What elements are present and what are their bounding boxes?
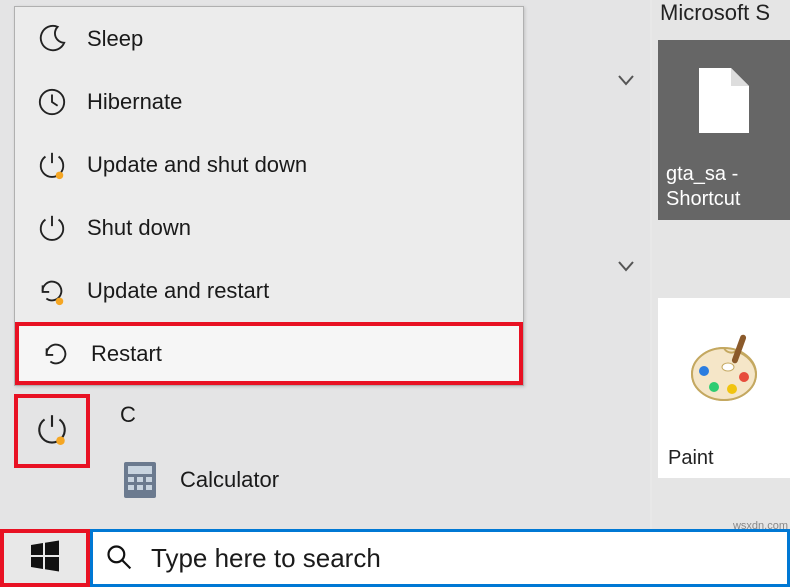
power-update-shutdown-icon <box>35 148 69 182</box>
moon-icon <box>35 22 69 56</box>
power-sleep-label: Sleep <box>87 26 143 52</box>
power-menu-popup: Sleep Hibernate Update and shut down Shu… <box>14 6 524 386</box>
taskbar-search-box[interactable]: Type here to search <box>90 529 790 587</box>
app-list-header-c: C <box>120 402 136 428</box>
sidebar-power-button[interactable] <box>14 394 90 468</box>
power-hibernate[interactable]: Hibernate <box>15 70 523 133</box>
power-restart[interactable]: Restart <box>15 322 523 385</box>
power-update-shutdown-label: Update and shut down <box>87 152 307 178</box>
tile-group-label: Microsoft S <box>660 0 770 26</box>
power-restart-label: Restart <box>91 341 162 367</box>
power-icon <box>35 211 69 245</box>
power-hibernate-label: Hibernate <box>87 89 182 115</box>
tile-gta-shortcut[interactable]: gta_sa - Shortcut <box>658 40 790 220</box>
windows-logo-icon <box>29 540 61 577</box>
power-sleep[interactable]: Sleep <box>15 7 523 70</box>
app-calculator[interactable]: Calculator <box>120 460 279 500</box>
watermark: wsxdn.com <box>733 520 788 532</box>
start-button[interactable] <box>0 529 90 587</box>
power-update-restart[interactable]: Update and restart <box>15 259 523 322</box>
chevron-down-icon[interactable] <box>616 256 636 281</box>
power-shutdown[interactable]: Shut down <box>15 196 523 259</box>
chevron-down-icon[interactable] <box>616 70 636 95</box>
calculator-icon <box>120 460 160 500</box>
clock-icon <box>35 85 69 119</box>
app-calculator-label: Calculator <box>180 467 279 493</box>
tile-paint[interactable]: Paint <box>658 298 790 478</box>
power-shutdown-label: Shut down <box>87 215 191 241</box>
restart-update-icon <box>35 274 69 308</box>
search-icon <box>105 543 135 573</box>
tile-gta-label: gta_sa - Shortcut <box>666 162 782 212</box>
power-update-icon <box>35 412 69 451</box>
restart-icon <box>39 337 73 371</box>
power-update-restart-label: Update and restart <box>87 278 269 304</box>
search-placeholder: Type here to search <box>151 543 381 574</box>
tile-paint-label: Paint <box>658 439 790 478</box>
taskbar: Type here to search <box>0 529 790 587</box>
app-list-header: C <box>120 402 136 428</box>
power-update-shutdown[interactable]: Update and shut down <box>15 133 523 196</box>
paint-icon <box>658 298 790 439</box>
file-icon <box>666 68 782 133</box>
